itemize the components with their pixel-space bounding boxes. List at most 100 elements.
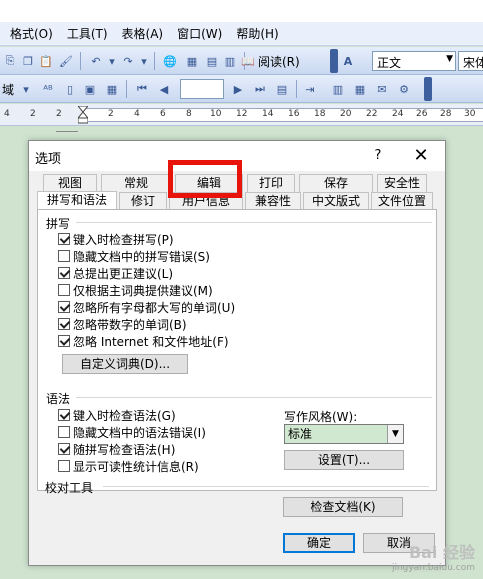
tab-general[interactable]: 常规 <box>101 174 171 192</box>
checkbox-checked[interactable] <box>58 409 70 421</box>
indent-marker-icon[interactable] <box>78 106 88 124</box>
tables-borders-icon[interactable]: ▦ <box>184 53 200 69</box>
record-number-input[interactable] <box>180 79 224 99</box>
ignore-internet-addresses[interactable]: 忽略 Internet 和文件地址(F) <box>58 333 229 349</box>
horizontal-ruler[interactable]: 4 2 2 2 4 6 8 10 12 14 16 18 20 22 24 26… <box>0 104 483 126</box>
check-document-button[interactable]: 检查文档(K) <box>283 497 403 517</box>
tab-save[interactable]: 保存 <box>299 174 373 192</box>
option-label: 隐藏文档中的拼写错误(S) <box>73 249 210 264</box>
insert-table-icon[interactable]: ▤ <box>204 53 220 69</box>
abc-icon[interactable]: ᴬᴮ <box>40 81 56 97</box>
last-record-icon[interactable]: ⏭ <box>252 81 268 97</box>
ok-button[interactable]: 确定 <box>283 533 355 553</box>
tab-asian-typography[interactable]: 中文版式 <box>303 192 369 210</box>
tab-compatibility[interactable]: 兼容性 <box>245 192 301 210</box>
hyperlink-icon[interactable]: 🌐 <box>162 53 178 69</box>
watermark: Bai 经验 jingyan.baidu.com <box>379 539 475 573</box>
paste-icon[interactable]: 📋 <box>38 53 54 69</box>
ignore-words-with-numbers[interactable]: 忽略带数字的单词(B) <box>58 316 187 332</box>
option-label: 显示可读性统计信息(R) <box>73 459 199 474</box>
section-divider <box>76 397 432 398</box>
spelling-section-label: 拼写 <box>46 217 71 231</box>
checkbox-checked[interactable] <box>58 318 70 330</box>
menu-tools[interactable]: 工具(T) <box>67 25 108 42</box>
check-icon[interactable]: ▣ <box>82 81 98 97</box>
hide-spelling-errors[interactable]: 隐藏文档中的拼写错误(S) <box>58 248 210 264</box>
redo-icon[interactable]: ↷ <box>120 53 136 69</box>
merge-to-email-icon[interactable]: ✉ <box>374 81 390 97</box>
ruler-number: 16 <box>288 109 300 119</box>
checkbox[interactable] <box>58 250 70 262</box>
checkbox-checked[interactable] <box>58 335 70 347</box>
checkbox[interactable] <box>58 426 70 438</box>
font-combo[interactable]: 宋体 <box>458 51 483 71</box>
tab-view[interactable]: 视图 <box>43 174 97 192</box>
section-divider <box>76 222 432 223</box>
previous-record-icon[interactable]: ◀ <box>156 81 172 97</box>
document-margin-line <box>56 131 78 132</box>
merge-to-printer-icon[interactable]: ▦ <box>352 81 368 97</box>
menu-help[interactable]: 帮助(H) <box>236 25 278 42</box>
ruler-number: 18 <box>314 109 326 119</box>
reading-mode-button[interactable]: 阅读(R) <box>258 53 300 70</box>
watermark-url: jingyan.baidu.com <box>391 563 475 573</box>
checkbox[interactable] <box>58 284 70 296</box>
suggest-main-dictionary-only[interactable]: 仅根据主词典提供建议(M) <box>58 282 213 298</box>
merge-icon[interactable]: ⇥ <box>302 81 318 97</box>
checkbox-checked[interactable] <box>58 443 70 455</box>
toolbar-gripper[interactable] <box>330 49 338 73</box>
first-record-icon[interactable]: ⏮ <box>134 81 150 97</box>
ruler-number: 6 <box>160 109 166 119</box>
show-readability-statistics[interactable]: 显示可读性统计信息(R) <box>58 458 199 474</box>
tab-security[interactable]: 安全性 <box>377 174 427 192</box>
mail-merge-toolbar: 域 ▾ ᴬᴮ ▯ ▣ ▦ ⏮ ◀ ▶ ⏭ ▤ ⇥ ▥ ▦ ✉ ⚙ <box>0 75 483 103</box>
next-record-icon[interactable]: ▶ <box>230 81 246 97</box>
document-icon[interactable]: ▯ <box>62 81 78 97</box>
tab-print[interactable]: 打印 <box>247 174 295 192</box>
chevron-down-icon: ▼ <box>446 54 453 64</box>
custom-dictionaries-button[interactable]: 自定义词典(D)... <box>62 354 188 374</box>
tab-spelling-grammar[interactable]: 拼写和语法 <box>37 191 117 210</box>
font-combo-value: 宋体 <box>463 56 483 70</box>
option-label: 忽略所有字母都大写的单词(U) <box>73 300 236 315</box>
ruler-number: 24 <box>392 109 404 119</box>
style-combo-value: 正文 <box>377 56 402 70</box>
styles-icon[interactable]: A <box>340 53 356 69</box>
grammar-settings-button[interactable]: 设置(T)... <box>284 450 404 470</box>
proofing-tools-label: 校对工具 <box>45 481 94 495</box>
copy-icon[interactable]: ⎘ <box>2 53 18 69</box>
field-dropdown-icon[interactable]: ▾ <box>18 81 34 97</box>
checkbox-checked[interactable] <box>58 301 70 313</box>
menu-window[interactable]: 窗口(W) <box>177 25 222 42</box>
check-grammar-as-you-type[interactable]: 键入时检查语法(G) <box>58 407 176 423</box>
check-grammar-with-spelling[interactable]: 随拼写检查语法(H) <box>58 441 175 457</box>
copy2-icon[interactable]: ❐ <box>20 53 36 69</box>
redo-dropdown-icon[interactable]: ▾ <box>136 53 152 69</box>
checkbox[interactable] <box>58 460 70 472</box>
checkbox-checked[interactable] <box>58 267 70 279</box>
tab-file-locations[interactable]: 文件位置 <box>371 192 433 210</box>
columns-icon[interactable]: ▥ <box>222 53 238 69</box>
undo-dropdown-icon[interactable]: ▾ <box>104 53 120 69</box>
style-combo[interactable]: 正文 ▼ <box>372 51 456 71</box>
field-label: 域 <box>2 83 15 97</box>
always-suggest-corrections[interactable]: 总提出更正建议(L) <box>58 265 173 281</box>
find-entry-icon[interactable]: ▤ <box>274 81 290 97</box>
ignore-uppercase-words[interactable]: 忽略所有字母都大写的单词(U) <box>58 299 235 315</box>
checkbox-checked[interactable] <box>58 233 70 245</box>
merge-options-icon[interactable]: ⚙ <box>396 81 412 97</box>
toolbar-gripper-2[interactable] <box>424 77 432 101</box>
grid-icon[interactable]: ▦ <box>104 81 120 97</box>
close-button[interactable]: ✕ <box>409 145 433 167</box>
writing-style-select[interactable]: 标准 ▼ <box>284 424 404 444</box>
undo-icon[interactable]: ↶ <box>88 53 104 69</box>
menu-table[interactable]: 表格(A) <box>122 25 164 42</box>
menu-format[interactable]: 格式(O) <box>10 25 53 42</box>
help-button[interactable]: ? <box>367 145 389 167</box>
tab-track-changes[interactable]: 修订 <box>119 192 167 210</box>
check-spelling-as-you-type[interactable]: 键入时检查拼写(P) <box>58 231 174 247</box>
merge-to-doc-icon[interactable]: ▥ <box>330 81 346 97</box>
hide-grammar-errors[interactable]: 隐藏文档中的语法错误(I) <box>58 424 206 440</box>
format-painter-icon[interactable]: 🖌 <box>58 53 74 69</box>
ruler-number: 30 <box>464 109 476 119</box>
